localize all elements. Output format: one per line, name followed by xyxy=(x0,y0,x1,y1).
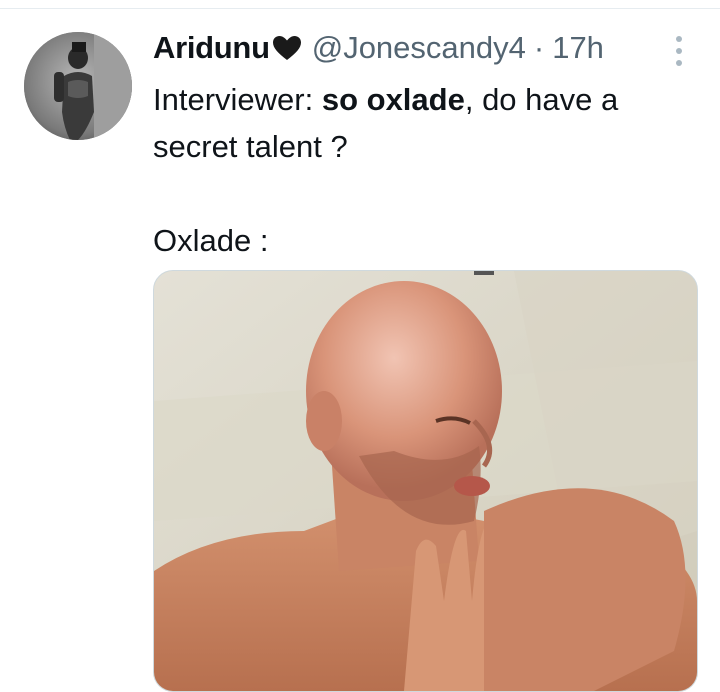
tweet-media-image[interactable] xyxy=(153,270,698,692)
display-name[interactable]: Aridunu xyxy=(153,30,270,66)
tweet[interactable]: Aridunu @Jonescandy4 · 17h Interviewer: … xyxy=(0,0,720,692)
text-gap xyxy=(153,170,693,217)
timestamp[interactable]: 17h xyxy=(552,30,604,66)
tweet-text-line-1: Interviewer: so oxlade, do have a xyxy=(153,76,693,123)
more-options-icon[interactable] xyxy=(668,36,690,66)
tweet-text: Interviewer: so oxlade, do have a secret… xyxy=(153,76,693,264)
tweet-header: Aridunu @Jonescandy4 · 17h xyxy=(153,28,604,68)
text-bold: so oxlade xyxy=(321,82,465,117)
avatar-image xyxy=(24,32,132,140)
tweet-text-line-3: Oxlade : xyxy=(153,223,269,258)
separator-dot: · xyxy=(533,30,545,65)
media-photo xyxy=(154,271,697,691)
handle[interactable]: @Jonescandy4 xyxy=(312,30,526,66)
avatar[interactable] xyxy=(24,32,132,140)
text-prefix: Interviewer: xyxy=(153,82,322,117)
heart-icon xyxy=(272,35,302,61)
tweet-text-line-2: secret talent ? xyxy=(153,129,348,164)
text-suffix: , do have a xyxy=(464,82,619,117)
